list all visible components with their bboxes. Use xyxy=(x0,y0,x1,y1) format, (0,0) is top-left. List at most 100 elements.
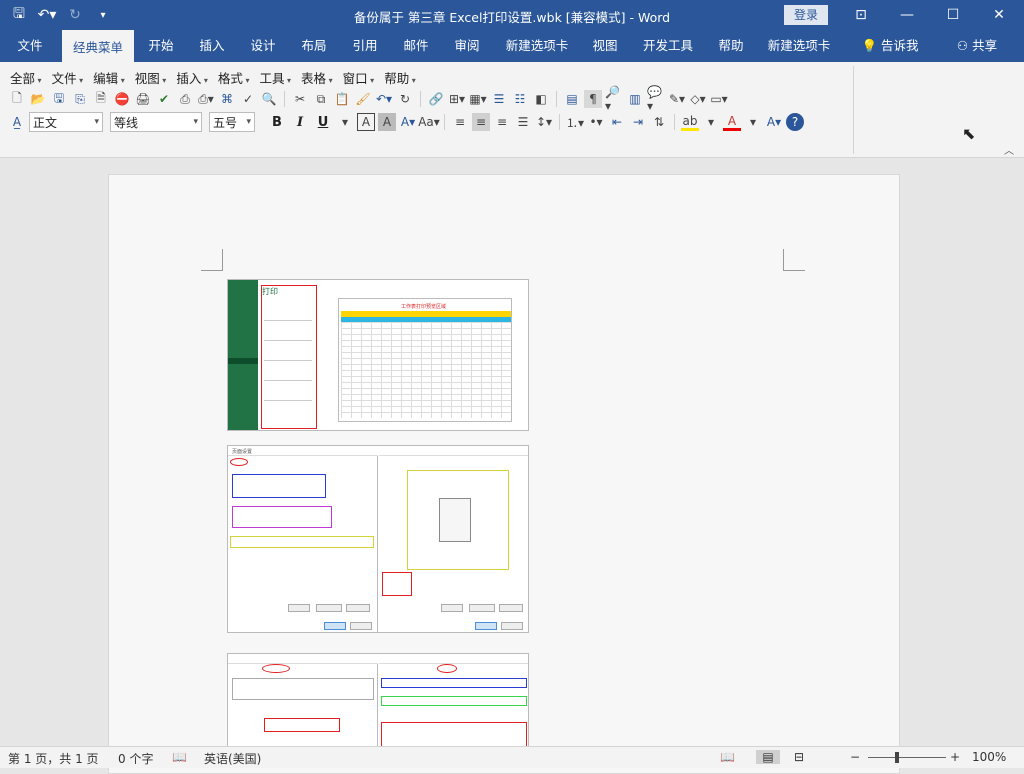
help-icon[interactable]: ? xyxy=(786,113,804,131)
tell-me-button[interactable]: 💡 告诉我 xyxy=(852,30,928,62)
increase-indent-icon[interactable]: ⇥ xyxy=(629,113,647,131)
font-color-dropdown-icon[interactable]: ▾ xyxy=(744,113,762,131)
numbering-icon[interactable]: ⒈▾ xyxy=(566,113,584,131)
drawing-icon[interactable]: ◧ xyxy=(532,90,550,108)
track-changes-icon[interactable]: ✎▾ xyxy=(668,90,686,108)
align-left-icon[interactable]: ≡ xyxy=(451,113,469,131)
align-right-icon[interactable]: ≡ xyxy=(493,113,511,131)
menu-help[interactable]: 帮助 xyxy=(384,68,416,87)
cut-icon[interactable]: ✂ xyxy=(291,90,309,108)
highlight-icon[interactable]: ab xyxy=(681,113,699,131)
align-center-icon[interactable]: ≡ xyxy=(472,113,490,131)
open-folder-icon[interactable]: 📂 xyxy=(29,90,47,108)
menu-table[interactable]: 表格 xyxy=(301,68,333,87)
menu-format[interactable]: 格式 xyxy=(218,68,250,87)
spell-check-icon[interactable]: ✔ xyxy=(155,90,173,108)
tab-mailings[interactable]: 邮件 xyxy=(395,30,437,62)
proofing-icon[interactable]: 📖 xyxy=(172,750,187,764)
save-icon[interactable]: 🖫 xyxy=(50,90,68,108)
tab-new-tab[interactable]: 新建选项卡 xyxy=(498,30,576,62)
sort-icon[interactable]: ⇅ xyxy=(650,113,668,131)
word-count[interactable]: 0 个字 xyxy=(118,750,153,767)
save-as-icon[interactable]: ⎘ xyxy=(71,90,89,108)
styles-icon[interactable]: A̲ xyxy=(8,113,26,131)
font-size-select[interactable]: 五号 xyxy=(209,112,255,132)
character-shading-icon[interactable]: A xyxy=(378,113,396,131)
font-name-select[interactable]: 等线 xyxy=(110,112,202,132)
underline-dropdown-icon[interactable]: ▾ xyxy=(336,113,354,131)
tab-new-tab-2[interactable]: 新建选项卡 xyxy=(760,30,838,62)
menu-window[interactable]: 窗口 xyxy=(343,68,375,87)
zoom-in-button[interactable]: + xyxy=(950,750,960,764)
print-preview-icon[interactable]: 🖨 xyxy=(134,90,152,108)
document-area[interactable]: 打印 工作表打印预览区域 页面设置 xyxy=(0,158,1024,774)
tab-references[interactable]: 引用 xyxy=(344,30,386,62)
zoom-out-button[interactable]: − xyxy=(850,750,860,764)
change-case-icon[interactable]: Aa▾ xyxy=(418,113,440,131)
language-status[interactable]: 英语(美国) xyxy=(204,750,261,767)
columns-icon[interactable]: ☰ xyxy=(490,90,508,108)
highlight-dropdown-icon[interactable]: ▾ xyxy=(702,113,720,131)
close-icon[interactable]: ✕ xyxy=(976,0,1022,30)
print-icon[interactable]: ⎙ xyxy=(176,90,194,108)
tab-help[interactable]: 帮助 xyxy=(710,30,752,62)
style-select[interactable]: 正文 xyxy=(29,112,103,132)
undo-icon[interactable]: ↶▾ xyxy=(375,90,393,108)
excel-print-screenshot[interactable]: 打印 工作表打印预览区域 xyxy=(227,279,529,431)
tab-file[interactable]: 文件 xyxy=(6,30,54,62)
border-icon[interactable]: ⊞▾ xyxy=(448,90,466,108)
spelling-abc-icon[interactable]: ✓ xyxy=(239,90,257,108)
document-map-icon[interactable]: ▤ xyxy=(563,90,581,108)
copy-icon[interactable]: ⧉ xyxy=(312,90,330,108)
decrease-indent-icon[interactable]: ⇤ xyxy=(608,113,626,131)
zoom-slider[interactable] xyxy=(868,757,946,758)
ribbon-display-icon[interactable]: ⊡ xyxy=(838,0,884,30)
tab-layout[interactable]: 布局 xyxy=(293,30,335,62)
new-document-icon[interactable]: 🗋 xyxy=(8,90,26,108)
format-painter-icon[interactable]: ⌘ xyxy=(218,90,236,108)
read-mode-icon[interactable]: 📖 xyxy=(720,750,735,764)
print-dropdown-icon[interactable]: ⎙▾ xyxy=(197,90,215,108)
tab-design[interactable]: 设计 xyxy=(242,30,284,62)
find-icon[interactable]: 🔎▾ xyxy=(605,85,623,113)
justify-icon[interactable]: ☰ xyxy=(514,113,532,131)
page-setup-screenshot[interactable]: 页面设置 xyxy=(227,445,529,633)
tab-classic-menu[interactable]: 经典菜单 xyxy=(62,30,134,62)
comment-icon[interactable]: 💬▾ xyxy=(647,85,665,113)
menu-file[interactable]: 文件 xyxy=(52,68,84,87)
tab-home[interactable]: 开始 xyxy=(140,30,182,62)
zoom-slider-thumb[interactable] xyxy=(895,752,899,763)
paste-icon[interactable]: 📋 xyxy=(333,90,351,108)
menu-insert[interactable]: 插入 xyxy=(176,68,208,87)
minimize-icon[interactable]: — xyxy=(884,0,930,30)
list-icon[interactable]: ☷ xyxy=(511,90,529,108)
text-box-icon[interactable]: ▭▾ xyxy=(710,90,728,108)
document-page[interactable]: 打印 工作表打印预览区域 页面设置 xyxy=(108,174,900,774)
redo-icon[interactable]: ↻ xyxy=(396,90,414,108)
shapes-icon[interactable]: ◇▾ xyxy=(689,90,707,108)
phonetic-icon[interactable]: A▾ xyxy=(765,113,783,131)
page-count[interactable]: 第 1 页，共 1 页 xyxy=(8,750,99,767)
web-layout-icon[interactable]: ⊟ xyxy=(794,750,804,764)
collapse-ribbon-icon[interactable]: ︿ xyxy=(1004,142,1014,157)
underline-button[interactable]: U xyxy=(313,112,333,132)
menu-tools[interactable]: 工具 xyxy=(259,68,291,87)
italic-button[interactable]: I xyxy=(290,112,310,132)
show-marks-icon[interactable]: ¶ xyxy=(584,90,602,108)
menu-edit[interactable]: 编辑 xyxy=(93,68,125,87)
line-spacing-icon[interactable]: ↕▾ xyxy=(535,113,553,131)
share-button[interactable]: ⚇ 共享 xyxy=(948,30,1006,62)
font-color-icon[interactable]: A xyxy=(723,113,741,131)
print-layout-icon[interactable]: ▤ xyxy=(756,750,780,764)
table-icon[interactable]: ▦▾ xyxy=(469,90,487,108)
menu-view[interactable]: 视图 xyxy=(135,68,167,87)
bullets-icon[interactable]: •▾ xyxy=(587,113,605,131)
research-icon[interactable]: 🔍 xyxy=(260,90,278,108)
menu-all[interactable]: 全部 xyxy=(10,68,42,87)
document-icon[interactable]: 🗎 xyxy=(92,90,110,108)
restore-icon[interactable]: ☐ xyxy=(930,0,976,30)
tab-insert[interactable]: 插入 xyxy=(191,30,233,62)
login-button[interactable]: 登录 xyxy=(784,5,828,25)
character-border-icon[interactable]: A xyxy=(357,113,375,131)
tab-developer[interactable]: 开发工具 xyxy=(636,30,700,62)
